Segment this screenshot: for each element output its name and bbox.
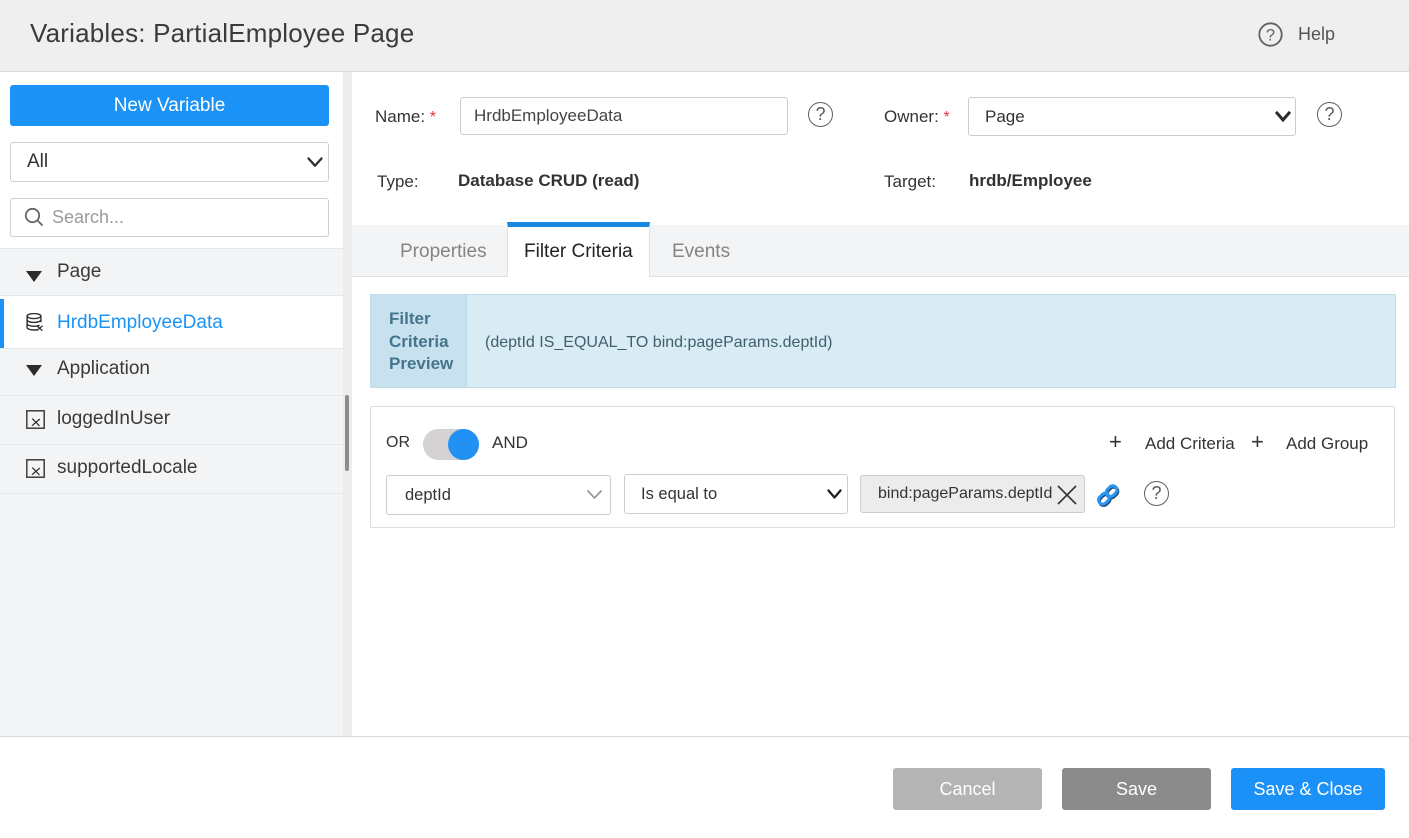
svg-text:?: ? <box>1266 26 1275 44</box>
